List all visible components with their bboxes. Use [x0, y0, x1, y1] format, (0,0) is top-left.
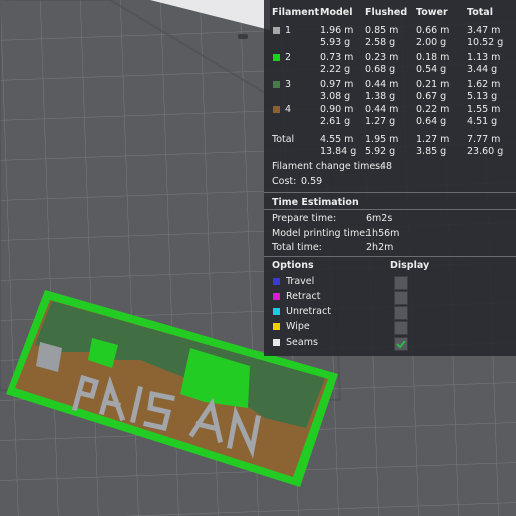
- filament-change-value: 48: [380, 161, 393, 172]
- total-flushed-length: 1.95 m: [365, 134, 399, 145]
- filament-3-flushed-weight: 1.38 g: [365, 91, 396, 102]
- option-retract-checkbox[interactable]: [394, 291, 408, 305]
- filament-2-color-swatch: [273, 54, 280, 61]
- col-header-total: Total: [467, 7, 493, 18]
- filament-1-flushed-length: 0.85 m: [365, 25, 399, 36]
- total-time-label: Total time:: [272, 242, 322, 253]
- filament-4-total-weight: 4.51 g: [467, 116, 498, 127]
- prepare-time-label: Prepare time:: [272, 213, 337, 224]
- filament-2-total-length: 1.13 m: [467, 52, 501, 63]
- filament-2-total-weight: 3.44 g: [467, 64, 498, 75]
- divider: [264, 256, 516, 257]
- bed-slot-icon: [238, 34, 248, 39]
- retract-color-icon: [273, 293, 280, 300]
- filament-change-label: Filament change times:: [272, 161, 384, 172]
- total-tower-length: 1.27 m: [416, 134, 450, 145]
- option-travel-checkbox[interactable]: [394, 276, 408, 290]
- option-travel-label: Travel: [286, 276, 315, 287]
- filament-4-tower-length: 0.22 m: [416, 104, 450, 115]
- total-tower-weight: 3.85 g: [416, 146, 447, 157]
- filament-3-tower-length: 0.21 m: [416, 79, 450, 90]
- filament-1-id: 1: [285, 25, 292, 36]
- total-flushed-weight: 5.92 g: [365, 146, 396, 157]
- filament-1-tower-weight: 2.00 g: [416, 37, 447, 48]
- filament-4-tower-weight: 0.64 g: [416, 116, 447, 127]
- filament-2-flushed-length: 0.23 m: [365, 52, 399, 63]
- col-header-tower: Tower: [416, 7, 448, 18]
- options-title: Options: [272, 260, 314, 271]
- filament-4-flushed-length: 0.44 m: [365, 104, 399, 115]
- option-unretract-label: Unretract: [286, 306, 331, 317]
- filament-4-flushed-weight: 1.27 g: [365, 116, 396, 127]
- option-unretract-checkbox[interactable]: [394, 306, 408, 320]
- cost-value: 0.59: [301, 176, 323, 187]
- option-wipe-checkbox[interactable]: [394, 321, 408, 335]
- statistics-panel: Filament Model Flushed Tower Total 1 1.9…: [264, 0, 516, 356]
- prepare-time-value: 6m2s: [366, 213, 393, 224]
- col-header-model: Model: [320, 7, 353, 18]
- filament-1-model-length: 1.96 m: [320, 25, 354, 36]
- total-total-weight: 23.60 g: [467, 146, 504, 157]
- filament-3-flushed-length: 0.44 m: [365, 79, 399, 90]
- divider: [264, 192, 516, 193]
- option-retract-label: Retract: [286, 291, 321, 302]
- filament-3-model-weight: 3.08 g: [320, 91, 351, 102]
- unretract-color-icon: [273, 308, 280, 315]
- model-printing-time-value: 1h56m: [366, 228, 400, 239]
- filament-1-total-length: 3.47 m: [467, 25, 501, 36]
- filament-3-tower-weight: 0.67 g: [416, 91, 447, 102]
- filament-2-model-weight: 2.22 g: [320, 64, 351, 75]
- filament-1-tower-length: 0.66 m: [416, 25, 450, 36]
- filament-2-tower-length: 0.18 m: [416, 52, 450, 63]
- filament-2-id: 2: [285, 52, 292, 63]
- filament-1-color-swatch: [273, 27, 280, 34]
- filament-1-total-weight: 10.52 g: [467, 37, 504, 48]
- filament-1-flushed-weight: 2.58 g: [365, 37, 396, 48]
- option-wipe-label: Wipe: [286, 321, 310, 332]
- option-seams-label: Seams: [286, 337, 318, 348]
- filament-2-flushed-weight: 0.68 g: [365, 64, 396, 75]
- option-seams-checkbox[interactable]: [394, 337, 408, 351]
- filament-3-total-weight: 5.13 g: [467, 91, 498, 102]
- time-estimation-title: Time Estimation: [272, 197, 359, 208]
- travel-color-icon: [273, 278, 280, 285]
- filament-4-total-length: 1.55 m: [467, 104, 501, 115]
- cost-label: Cost:: [272, 176, 297, 187]
- wipe-color-icon: [273, 323, 280, 330]
- filament-3-total-length: 1.62 m: [467, 79, 501, 90]
- filament-3-id: 3: [285, 79, 292, 90]
- total-total-length: 7.77 m: [467, 134, 501, 145]
- filament-4-color-swatch: [273, 106, 280, 113]
- filament-3-color-swatch: [273, 81, 280, 88]
- seams-color-icon: [273, 339, 280, 346]
- filament-4-model-length: 0.90 m: [320, 104, 354, 115]
- filament-4-id: 4: [285, 104, 292, 115]
- total-time-value: 2h2m: [366, 242, 394, 253]
- checkmark-icon: [396, 340, 406, 349]
- filament-1-model-weight: 5.93 g: [320, 37, 351, 48]
- divider: [264, 209, 516, 210]
- filament-4-model-weight: 2.61 g: [320, 116, 351, 127]
- filament-2-model-length: 0.73 m: [320, 52, 354, 63]
- filament-3-model-length: 0.97 m: [320, 79, 354, 90]
- total-model-weight: 13.84 g: [320, 146, 357, 157]
- col-header-flushed: Flushed: [365, 7, 408, 18]
- total-label: Total: [272, 134, 295, 145]
- col-header-filament: Filament: [272, 7, 320, 18]
- total-model-length: 4.55 m: [320, 134, 354, 145]
- filament-2-tower-weight: 0.54 g: [416, 64, 447, 75]
- display-title: Display: [390, 260, 430, 271]
- model-printing-time-label: Model printing time:: [272, 228, 369, 239]
